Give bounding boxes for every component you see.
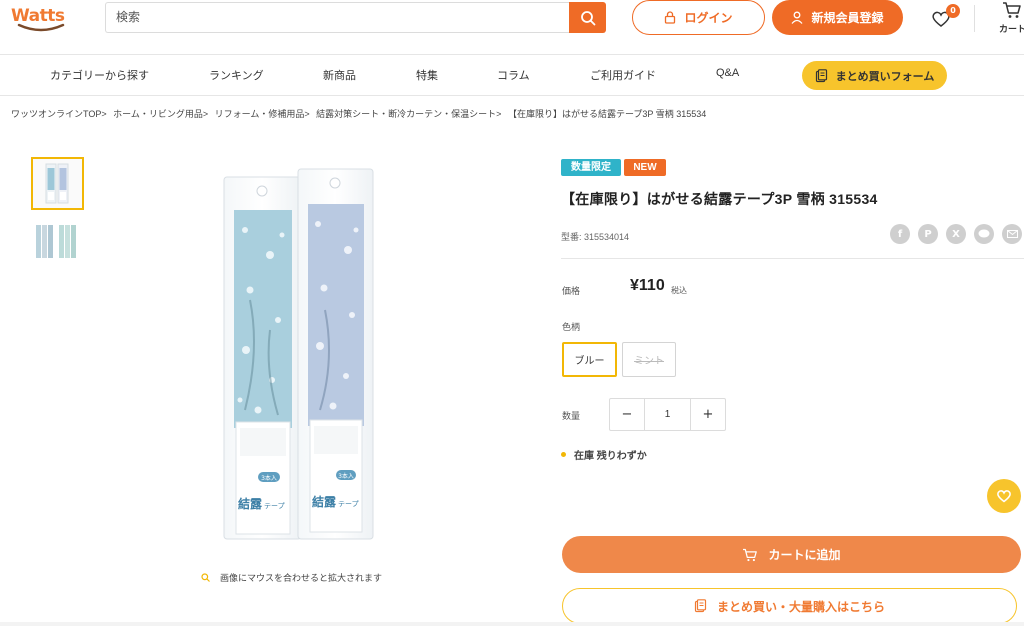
share-buttons: f P X	[890, 224, 1022, 244]
lock-icon	[665, 11, 676, 24]
thumbnail-2[interactable]	[31, 215, 84, 268]
nav-item-qa[interactable]: Q&A	[716, 67, 739, 79]
package-title-left: 結露	[238, 496, 263, 511]
nav-item-categories[interactable]: カテゴリーから探す	[50, 67, 149, 83]
search-input[interactable]: 検索	[105, 2, 569, 33]
watts-logo[interactable]: Watts	[11, 3, 79, 33]
thumbnail-1[interactable]	[31, 157, 84, 210]
stock-status: 在庫 残りわずか	[561, 447, 647, 462]
register-label: 新規会員登録	[811, 11, 884, 25]
quantity-input[interactable]: 1	[644, 399, 691, 430]
price-value: ¥110	[630, 277, 665, 294]
tax-label: 税込	[671, 286, 687, 295]
login-label: ログイン	[684, 11, 733, 25]
nav-item-ranking[interactable]: ランキング	[209, 67, 264, 83]
user-icon	[791, 11, 803, 24]
breadcrumb: ワッツオンラインTOP> ホーム・リビング用品> リフォーム・修補用品> 結露対…	[11, 107, 710, 120]
bulk-order-form-button[interactable]: まとめ買いフォーム	[802, 61, 947, 90]
new-badge: NEW	[624, 159, 666, 176]
stock-indicator-dot	[561, 452, 566, 457]
bulk-purchase-button[interactable]: まとめ買い・大量購入はこちら	[562, 588, 1017, 624]
breadcrumb-item-condensation[interactable]: 結露対策シート・断冷カーテン・保温シート>	[316, 109, 501, 119]
page-bottom-edge	[0, 622, 1024, 626]
heart-icon	[997, 490, 1011, 503]
wishlist-button[interactable]: 0	[931, 4, 961, 32]
package-tag-right: 3本入	[338, 472, 354, 480]
thumbnail-image	[33, 159, 82, 208]
breadcrumb-item-current: 【在庫限り】はがせる結露テープ3P 雪柄 315534	[507, 109, 707, 119]
site-header: Watts 検索 ログイン 新規会員登録 0 カート	[0, 0, 1024, 55]
zoom-icon	[201, 573, 210, 582]
floating-favorite-button[interactable]	[987, 479, 1021, 513]
cart-icon	[743, 548, 758, 561]
breadcrumb-item-home-living[interactable]: ホーム・リビング用品>	[113, 109, 208, 119]
package-title-right: 結露	[312, 494, 337, 509]
color-option-mint[interactable]: ミント	[622, 342, 676, 377]
price-label: 価格	[562, 286, 581, 296]
limited-badge: 数量限定	[561, 159, 621, 176]
package-tag-left: 3本入	[261, 474, 277, 482]
add-to-cart-label: カートに追加	[768, 548, 841, 562]
x-icon[interactable]: X	[946, 224, 966, 244]
quantity-label: 数量	[562, 411, 581, 421]
product-photo: 3本入 結露 テープ 3本入 結露 テープ	[223, 168, 374, 540]
cart-button[interactable]: カート	[996, 0, 1024, 36]
product-title: 【在庫限り】はがせる結露テープ3P 雪柄 315534	[561, 191, 878, 207]
nav-item-column[interactable]: コラム	[497, 67, 530, 83]
line-icon[interactable]	[974, 224, 994, 244]
form-icon	[815, 68, 827, 82]
product-main-image[interactable]: 3本入 結露 テープ 3本入 結露 テープ	[200, 160, 400, 545]
login-button[interactable]: ログイン	[632, 0, 765, 35]
nav-item-guide[interactable]: ご利用ガイド	[590, 67, 656, 83]
stock-text: 在庫 残りわずか	[574, 451, 647, 462]
zoom-hint: 画像にマウスを合わせると拡大されます	[201, 571, 382, 584]
nav-item-new-products[interactable]: 新商品	[323, 67, 356, 83]
pinterest-icon[interactable]: P	[918, 224, 938, 244]
color-option-blue[interactable]: ブルー	[562, 342, 617, 377]
mail-icon[interactable]	[1002, 224, 1022, 244]
facebook-icon[interactable]: f	[890, 224, 910, 244]
breadcrumb-item-reform[interactable]: リフォーム・修補用品>	[215, 109, 310, 119]
form-icon	[694, 599, 707, 613]
model-number: 型番: 315534014	[561, 232, 630, 242]
cart-icon	[1003, 2, 1021, 18]
main-nav: カテゴリーから探す ランキング 新商品 特集 コラム ご利用ガイド Q&A まと…	[0, 55, 1024, 96]
logo-smile-icon	[17, 23, 65, 32]
quantity-stepper: − 1 +	[609, 398, 726, 431]
bulk-form-label: まとめ買いフォーム	[835, 70, 935, 83]
add-to-cart-button[interactable]: カートに追加	[562, 536, 1021, 573]
wishlist-count-badge: 0	[946, 4, 960, 18]
register-button[interactable]: 新規会員登録	[772, 0, 903, 35]
breadcrumb-item-top[interactable]: ワッツオンラインTOP>	[11, 109, 107, 119]
package-sub-left: テープ	[264, 502, 285, 510]
search-button[interactable]	[569, 2, 606, 33]
header-divider	[974, 5, 975, 32]
search-icon	[580, 10, 595, 25]
nav-item-features[interactable]: 特集	[416, 67, 438, 83]
info-divider	[561, 258, 1024, 259]
package-sub-right: テープ	[338, 500, 359, 508]
bulk-purchase-label: まとめ買い・大量購入はこちら	[716, 599, 885, 614]
thumbnail-image	[31, 215, 84, 268]
zoom-hint-text: 画像にマウスを合わせると拡大されます	[220, 573, 383, 583]
quantity-increase-button[interactable]: +	[691, 399, 725, 430]
cart-label: カート	[999, 24, 1024, 34]
color-label: 色柄	[562, 322, 581, 332]
quantity-decrease-button[interactable]: −	[610, 399, 644, 430]
